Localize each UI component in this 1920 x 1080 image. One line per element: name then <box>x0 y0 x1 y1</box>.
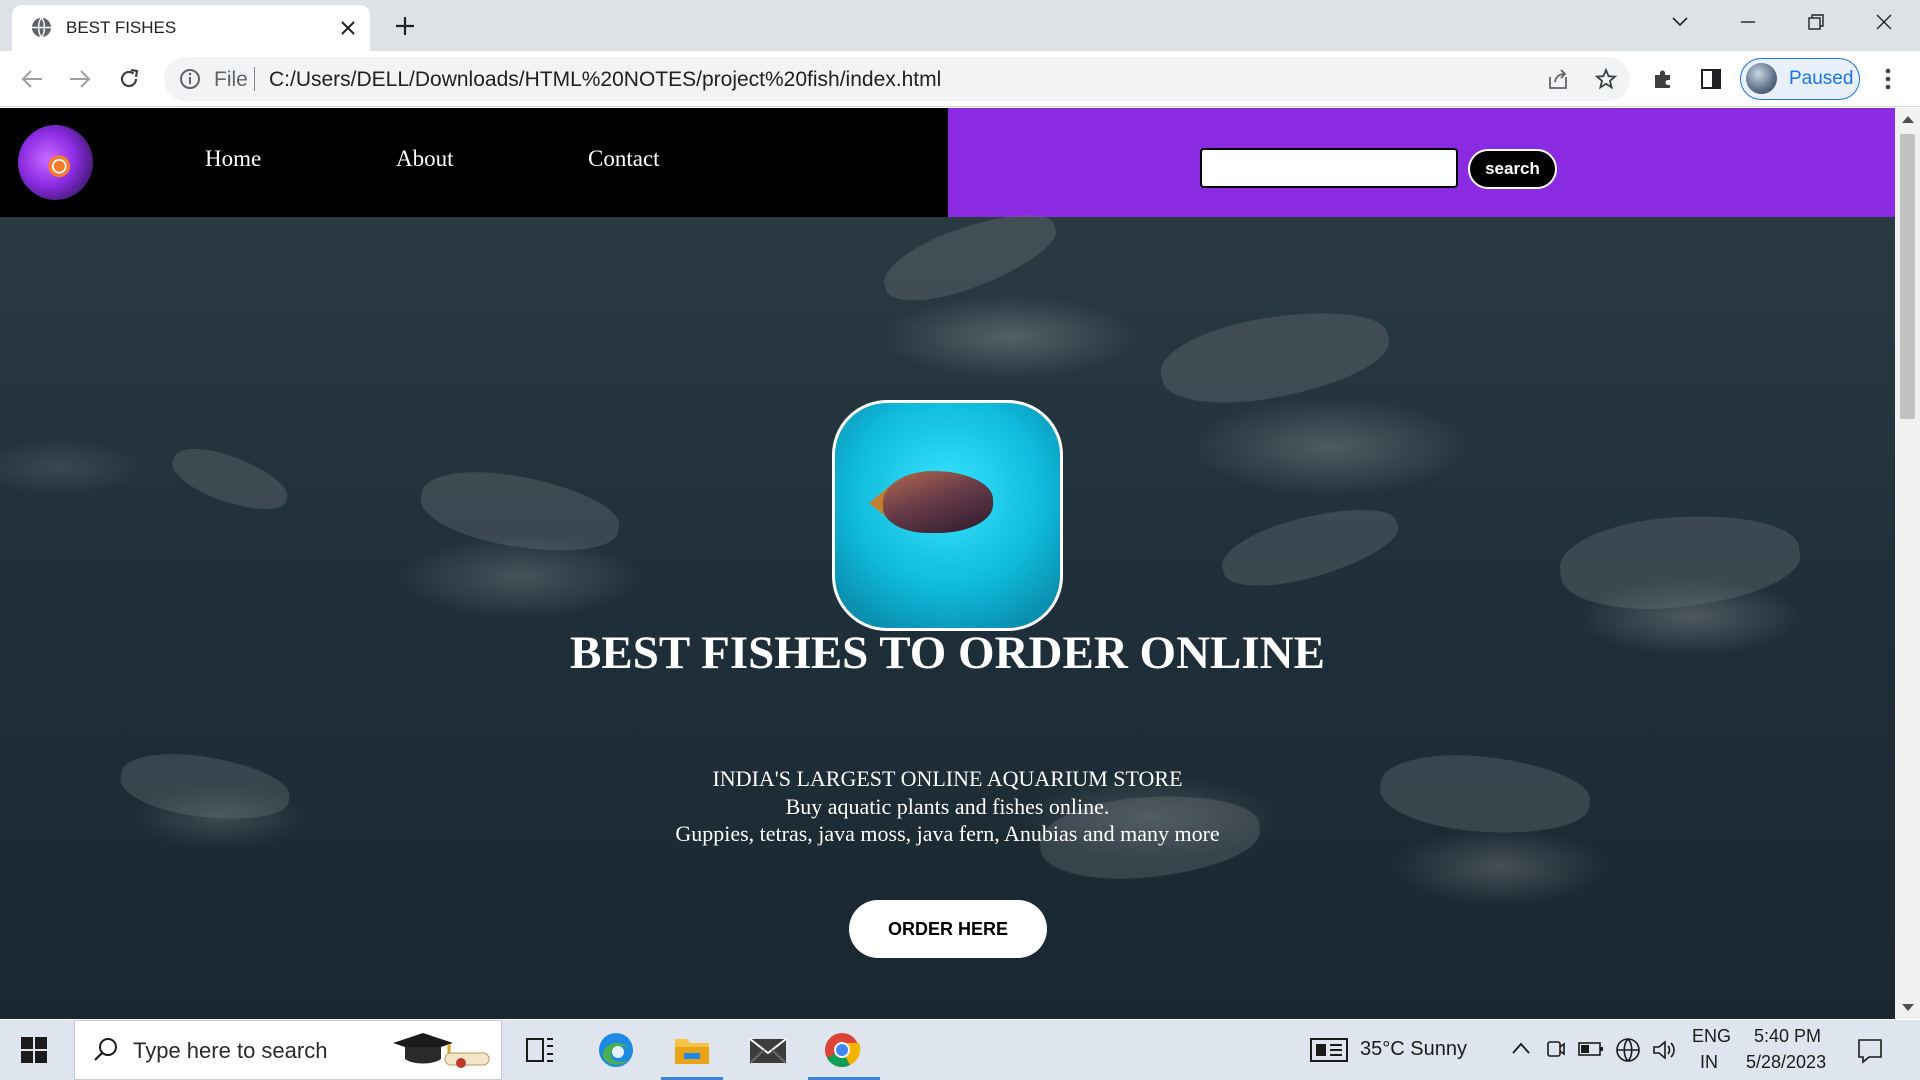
nav-link-contact[interactable]: Contact <box>588 146 660 172</box>
avatar <box>1746 63 1777 94</box>
background-fish-shape <box>1154 297 1396 417</box>
site-search-button[interactable]: search <box>1468 149 1557 189</box>
side-panel-icon[interactable] <box>1695 63 1727 95</box>
minimize-icon[interactable] <box>1714 0 1782 44</box>
scrollbar-thumb[interactable] <box>1900 134 1915 419</box>
taskbar-search-placeholder: Type here to search <box>133 1038 328 1063</box>
reload-icon[interactable] <box>113 63 145 95</box>
back-arrow-icon[interactable] <box>16 63 48 95</box>
tab-title: BEST FISHES <box>66 18 177 37</box>
scroll-up-arrow-icon[interactable] <box>1902 116 1914 123</box>
language-indicator-bottom[interactable]: IN <box>1700 1052 1718 1073</box>
page-scrollbar[interactable] <box>1895 108 1920 1019</box>
mail-icon[interactable] <box>746 1028 790 1072</box>
graduation-cap-icon <box>393 1033 490 1068</box>
profile-button[interactable]: Paused <box>1740 58 1860 100</box>
order-here-button[interactable]: ORDER HERE <box>849 900 1047 958</box>
share-icon[interactable] <box>1542 63 1574 95</box>
omnibox-separator <box>254 67 255 91</box>
hero-fish-image <box>832 400 1063 631</box>
url-scheme-label: File <box>214 68 248 91</box>
background-fish-shape <box>1215 494 1405 600</box>
url-text[interactable]: C:/Users/DELL/Downloads/HTML%20NOTES/pro… <box>269 68 941 92</box>
close-window-icon[interactable] <box>1850 0 1918 44</box>
forward-arrow-icon[interactable] <box>64 63 96 95</box>
clock-date[interactable]: 5/28/2023 <box>1746 1052 1826 1073</box>
volume-speaker-icon[interactable] <box>1652 1038 1676 1062</box>
chrome-browser-icon[interactable] <box>820 1028 864 1072</box>
notifications-icon[interactable] <box>1857 1038 1883 1064</box>
site-logo[interactable] <box>18 125 93 200</box>
hero-title: BEST FISHES TO ORDER ONLINE <box>570 627 1325 679</box>
extensions-puzzle-icon[interactable] <box>1647 63 1679 95</box>
restore-icon[interactable] <box>1782 0 1850 44</box>
nav-link-about[interactable]: About <box>396 146 454 172</box>
new-tab-plus-icon[interactable] <box>390 11 420 41</box>
clock-time[interactable]: 5:40 PM <box>1754 1026 1821 1047</box>
bookmark-star-icon[interactable] <box>1590 63 1622 95</box>
tab-strip: BEST FISHES <box>0 0 1920 51</box>
network-globe-icon[interactable] <box>1615 1037 1641 1063</box>
windows-taskbar: Type here to search 35°C Sunny ENG IN 5:… <box>0 1020 1920 1080</box>
nav-link-home[interactable]: Home <box>205 146 261 172</box>
taskbar-search-box[interactable]: Type here to search <box>74 1020 502 1080</box>
battery-icon[interactable] <box>1578 1041 1604 1057</box>
hero-description-line2: Guppies, tetras, java moss, java fern, A… <box>675 821 1220 846</box>
task-view-icon[interactable] <box>518 1028 562 1072</box>
background-fish-shape <box>1556 506 1804 618</box>
hero-subtitle-line: INDIA'S LARGEST ONLINE AQUARIUM STORE <box>712 766 1183 791</box>
scroll-down-arrow-icon[interactable] <box>1902 1004 1914 1011</box>
info-icon[interactable] <box>178 67 202 91</box>
profile-status-label: Paused <box>1789 68 1854 89</box>
address-bar[interactable]: File C:/Users/DELL/Downloads/HTML%20NOTE… <box>164 57 1630 101</box>
meet-now-icon[interactable] <box>1545 1038 1565 1062</box>
chevron-up-icon[interactable] <box>1512 1042 1530 1054</box>
kebab-menu-icon[interactable] <box>1872 63 1904 95</box>
navbar-search-area: search <box>948 108 1895 217</box>
site-search-input[interactable] <box>1200 148 1458 188</box>
background-fish-shape <box>165 437 295 522</box>
tab-search-chevron-icon[interactable] <box>1646 0 1714 44</box>
edge-browser-icon[interactable] <box>594 1028 638 1072</box>
weather-news-icon[interactable] <box>1310 1038 1350 1064</box>
weather-text[interactable]: 35°C Sunny <box>1360 1038 1467 1061</box>
globe-icon <box>31 17 52 38</box>
file-explorer-icon[interactable] <box>670 1028 714 1072</box>
hero-section: BEST FISHES TO ORDER ONLINE <box>0 198 1895 1019</box>
fish-body <box>883 471 993 533</box>
search-icon <box>94 1038 117 1061</box>
language-indicator-top[interactable]: ENG <box>1692 1026 1731 1047</box>
background-fish-shape <box>415 460 625 564</box>
tab-close-icon[interactable] <box>334 14 362 42</box>
browser-tab[interactable]: BEST FISHES <box>12 5 370 51</box>
site-navbar: Home About Contact <box>0 108 948 217</box>
browser-toolbar: File C:/Users/DELL/Downloads/HTML%20NOTE… <box>0 51 1920 107</box>
web-page: Home About Contact search BEST FISHES TO… <box>0 108 1895 1019</box>
windows-start-icon[interactable] <box>20 1036 48 1064</box>
hero-description-line1: Buy aquatic plants and fishes online. <box>785 794 1110 819</box>
